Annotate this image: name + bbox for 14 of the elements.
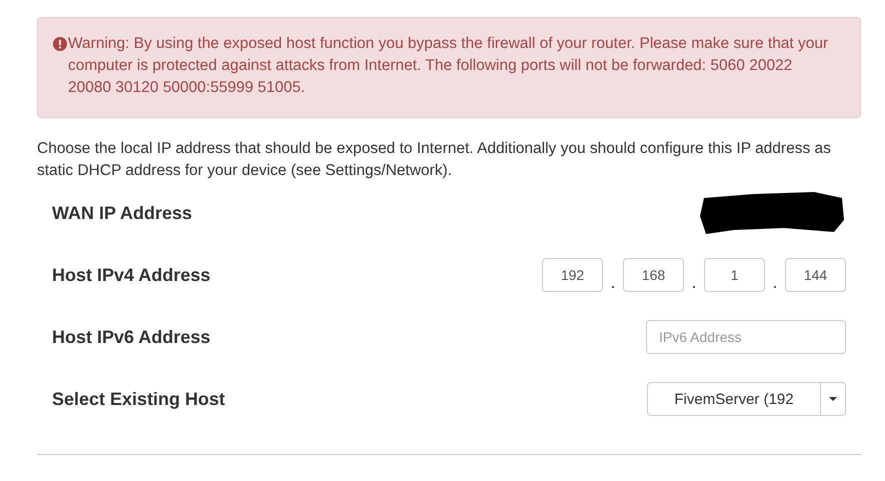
field-label: Select Existing Host xyxy=(52,388,226,410)
octet-field[interactable]: 1 xyxy=(704,258,765,292)
warning-text: Warning: By using the exposed host function you bypass the firewall of your router. Please make sure that your computer is protected against attacks from Internet. The following ports will not be forwarded: 5060 20022 20080 30120 50000:55999 51005. xyxy=(68,34,830,98)
field-label: Host IPv6 Address xyxy=(52,326,210,348)
octet-field[interactable]: 192 xyxy=(542,258,603,292)
description-text: Choose the local IP address that should be exposed to Internet. Additionally you should configure this IP address as static DHCP address for your device (see Settings/Network). xyxy=(37,139,832,181)
field-label: Host IPv4 Address xyxy=(52,264,210,286)
exclamation-icon xyxy=(53,37,67,51)
ipv6-field[interactable]: IPv6 Address xyxy=(646,320,846,354)
host-select[interactable]: FivemServer (192 xyxy=(647,382,846,416)
octet-field[interactable]: 144 xyxy=(785,258,846,292)
octet-field[interactable]: 168 xyxy=(623,258,684,292)
field-label: WAN IP Address xyxy=(52,202,192,224)
caret-icon xyxy=(829,397,837,401)
